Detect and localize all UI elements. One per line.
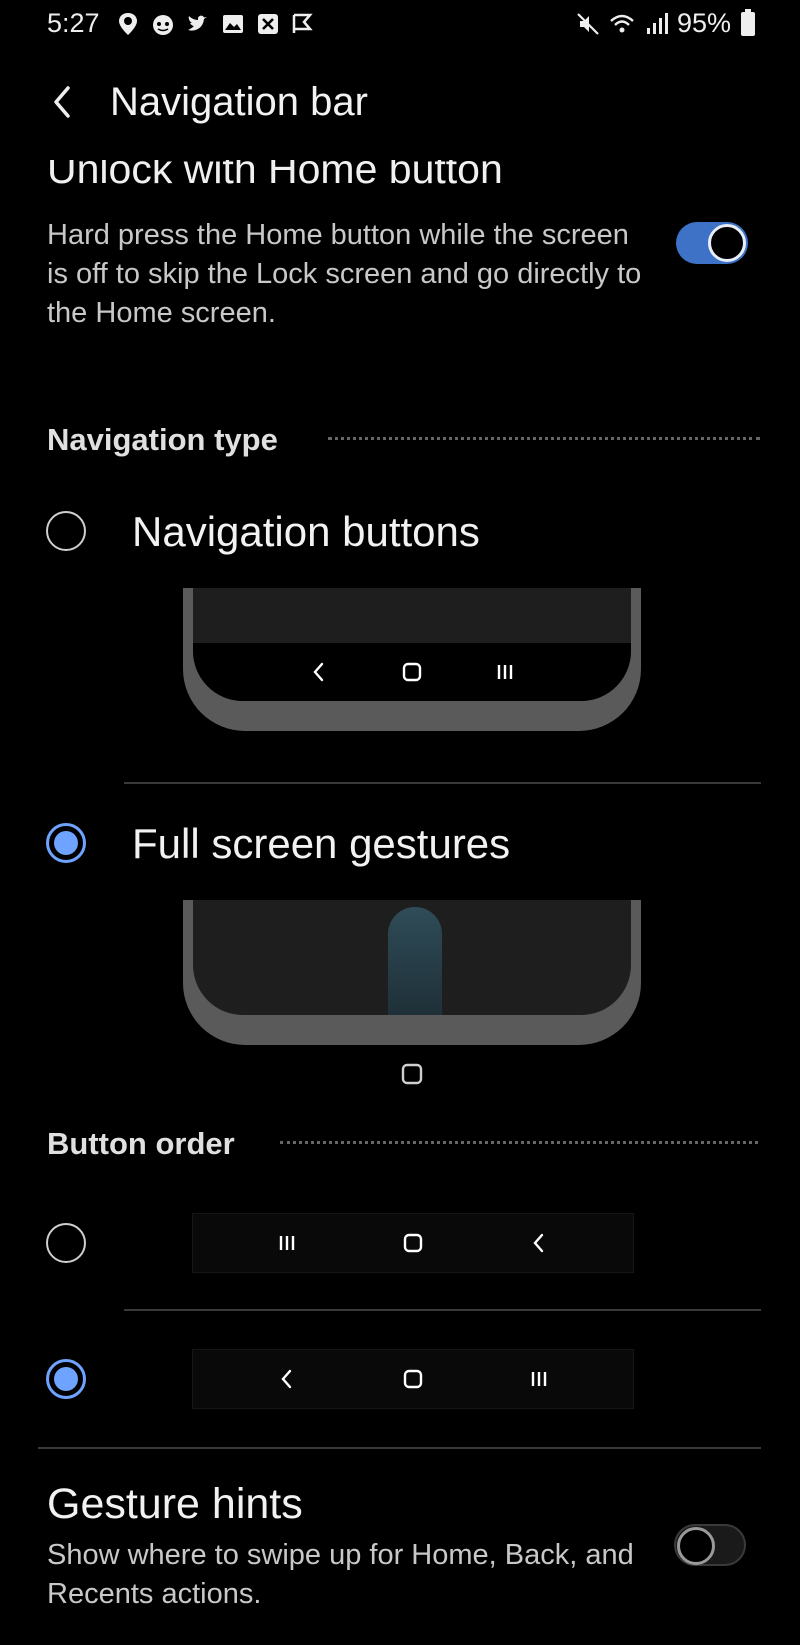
gesture-hints-title[interactable]: Gesture hints — [47, 1480, 303, 1529]
home-hint-icon — [401, 1063, 423, 1085]
navigation-buttons-preview — [183, 588, 641, 731]
option-divider — [124, 1309, 761, 1311]
option-full-screen-gestures[interactable]: Full screen gestures — [132, 820, 510, 868]
reddit-icon — [153, 15, 173, 35]
wifi-icon — [610, 14, 634, 32]
home-nav-icon — [403, 1233, 423, 1253]
unlock-setting-title-text: Unlock with Home button — [47, 160, 503, 192]
preview-nav-strip — [193, 643, 631, 701]
page-title: Navigation bar — [110, 80, 368, 124]
back-nav-icon — [313, 662, 324, 682]
notification-icons — [115, 11, 316, 37]
preview-screen — [193, 900, 631, 1015]
full-screen-gestures-preview — [183, 900, 641, 1045]
toggle-knob — [708, 224, 746, 262]
signal-icon — [646, 12, 668, 34]
back-button[interactable] — [38, 78, 86, 126]
toggle-knob — [677, 1527, 715, 1565]
navigation-type-header: Navigation type — [47, 422, 278, 457]
battery-percent: 95% — [676, 8, 731, 38]
home-nav-icon — [403, 1369, 423, 1389]
swipe-gesture-indicator — [388, 907, 442, 1015]
preview-screen — [193, 588, 631, 701]
radio-button-order-recents-first[interactable] — [46, 1223, 86, 1263]
home-nav-icon — [402, 662, 422, 682]
app-bar: Navigation bar — [0, 60, 800, 150]
button-order-option-recents-home-back[interactable] — [192, 1213, 634, 1273]
twitter-icon — [188, 15, 207, 31]
gallery-icon — [223, 15, 243, 33]
check-flag-icon — [292, 13, 313, 33]
gesture-hints-description: Show where to swipe up for Home, Back, a… — [47, 1539, 634, 1610]
unlock-setting-description: Hard press the Home button while the scr… — [47, 219, 642, 329]
back-nav-icon — [533, 1233, 544, 1253]
section-divider — [328, 437, 760, 440]
option-divider — [124, 782, 761, 784]
section-divider — [280, 1141, 758, 1144]
status-time: 5:27 — [47, 8, 100, 38]
battery-icon — [741, 8, 755, 36]
gesture-hints-toggle[interactable] — [674, 1524, 746, 1566]
button-order-option-back-home-recents[interactable] — [192, 1349, 634, 1409]
status-bar: 5:27 95% — [0, 0, 800, 52]
unlock-home-button-toggle[interactable] — [676, 222, 748, 264]
unlock-setting-title[interactable]: Unlock with Home button — [47, 160, 667, 204]
close-box-icon — [258, 14, 278, 34]
section-divider-line — [38, 1447, 761, 1449]
option-navigation-buttons[interactable]: Navigation buttons — [132, 508, 480, 556]
chevron-left-icon — [54, 86, 70, 118]
radio-button-order-back-first[interactable] — [46, 1359, 86, 1399]
radio-full-screen-gestures[interactable] — [46, 823, 86, 863]
system-icons: 95% — [575, 8, 755, 39]
back-nav-icon — [281, 1369, 292, 1389]
radio-navigation-buttons[interactable] — [46, 511, 86, 551]
recents-nav-icon — [497, 665, 512, 679]
recents-nav-icon — [531, 1372, 547, 1386]
button-order-header: Button order — [47, 1126, 235, 1161]
recents-nav-icon — [279, 1236, 295, 1250]
location-pin-icon — [119, 13, 137, 35]
mute-icon — [577, 12, 599, 35]
